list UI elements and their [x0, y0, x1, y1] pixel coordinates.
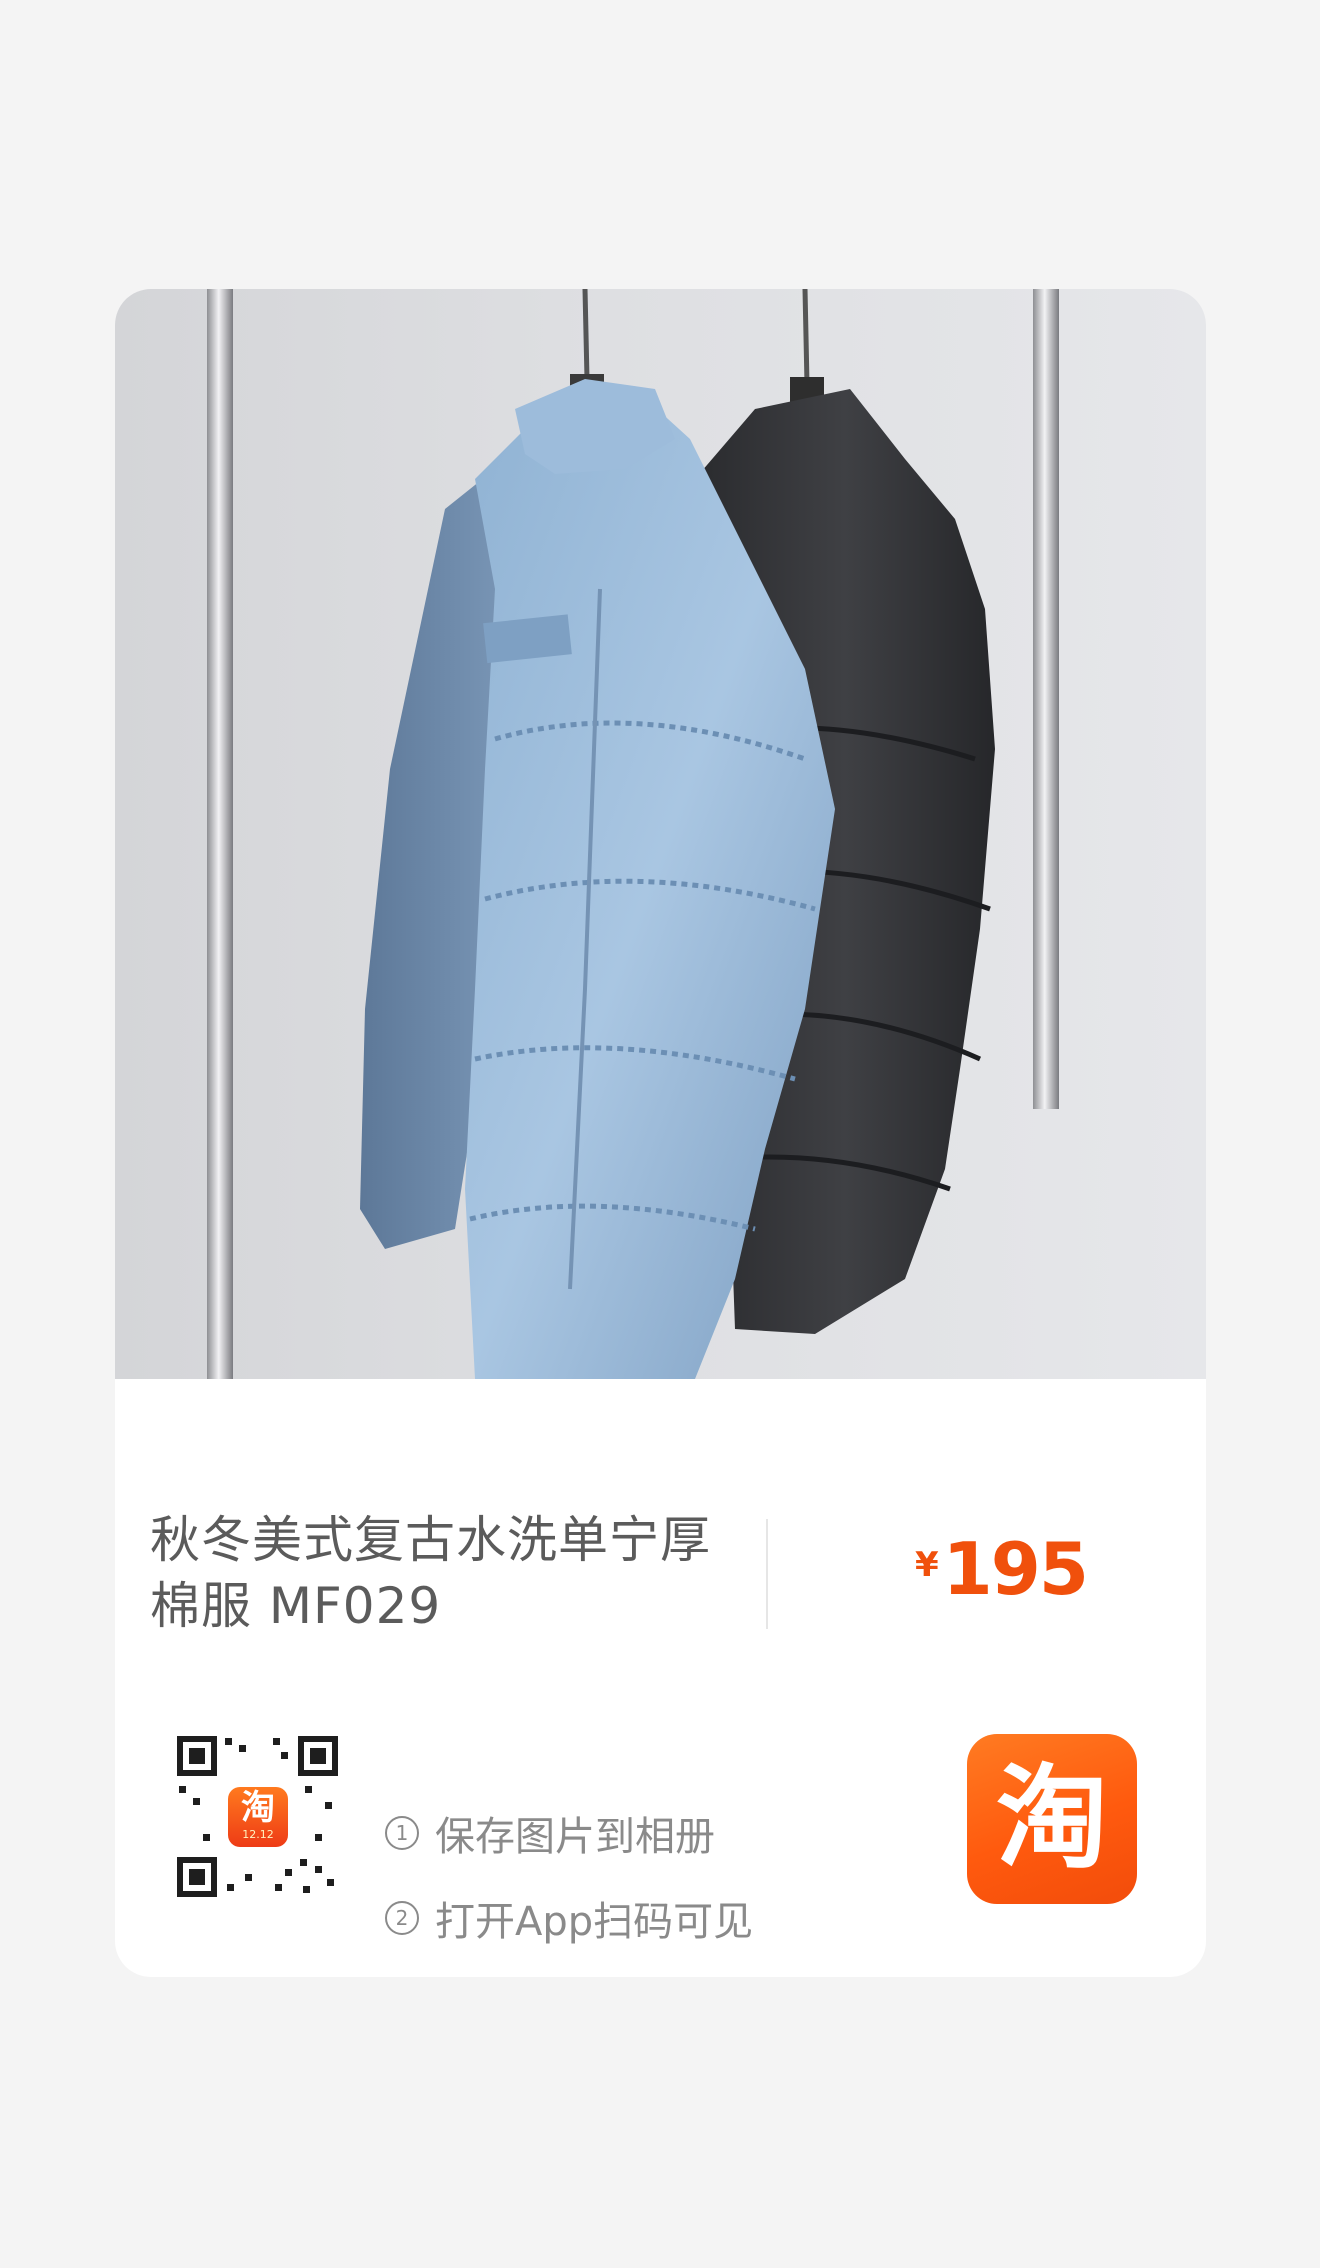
rack-pole-right: [1033, 289, 1059, 1109]
step-text-1: 保存图片到相册: [435, 1814, 715, 1860]
divider: [766, 1519, 768, 1629]
taobao-logo-icon[interactable]: 淘: [967, 1734, 1137, 1904]
product-photo[interactable]: [115, 289, 1206, 1379]
product-info: 秋冬美式复古水洗单宁厚棉服 MF029 ¥195 淘 12.12 1 保存图片到…: [115, 1379, 1206, 1977]
instruction-step-2: 2 打开App扫码可见: [385, 1889, 753, 1947]
jacket-photo-illustration: [207, 289, 1059, 1379]
product-title[interactable]: 秋冬美式复古水洗单宁厚棉服 MF029: [150, 1507, 750, 1639]
qr-code[interactable]: 淘 12.12: [175, 1734, 340, 1899]
rack-pole-left: [207, 289, 233, 1379]
qr-taobao-badge-icon: 淘 12.12: [228, 1787, 288, 1847]
price-value: 195: [942, 1527, 1089, 1611]
share-card: 秋冬美式复古水洗单宁厚棉服 MF029 ¥195 淘 12.12 1 保存图片到…: [115, 289, 1206, 1977]
instruction-step-1: 1 保存图片到相册: [385, 1804, 715, 1862]
qr-badge-glyph: 淘: [241, 1788, 275, 1828]
step-number-1: 1: [385, 1816, 419, 1850]
step-number-2: 2: [385, 1901, 419, 1935]
product-price: ¥195: [915, 1527, 1089, 1611]
qr-badge-sub: 12.12: [242, 1828, 274, 1841]
currency-symbol: ¥: [915, 1545, 939, 1585]
step-text-2: 打开App扫码可见: [435, 1899, 754, 1945]
